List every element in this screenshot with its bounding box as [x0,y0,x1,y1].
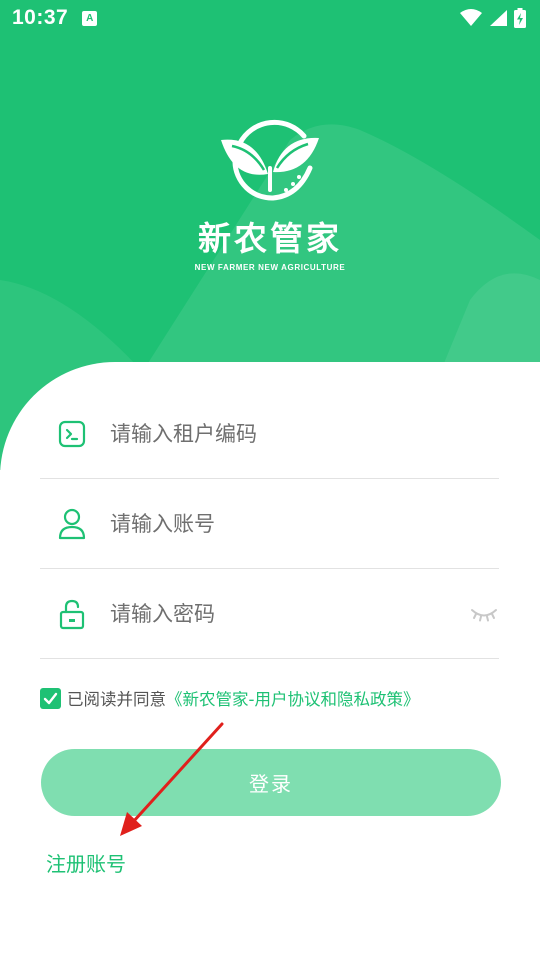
agreement-policy-link[interactable]: 《新农管家-用户协议和隐私政策》 [166,686,419,710]
eye-closed-icon[interactable] [469,601,499,627]
lock-icon [56,598,88,630]
wifi-icon [460,9,482,26]
register-account-link[interactable]: 注册账号 [46,848,126,877]
account-field [40,479,499,569]
agreement-prefix: 已阅读并同意 [67,690,166,709]
battery-charging-icon [514,8,526,28]
agreement-checkbox[interactable] [40,687,61,709]
tenant-code-input[interactable] [110,421,430,446]
app-logo: 新农管家 NEW FARMER NEW AGRICULTURE [0,110,540,272]
notification-app-icon: A [82,10,98,26]
tenant-code-field [40,389,499,479]
sprout-logo-icon [221,119,319,201]
terminal-icon [56,418,88,450]
app-name: 新农管家 [198,219,342,258]
password-field [40,569,499,659]
user-icon [56,508,88,540]
status-bar: 10:37 A [0,0,540,36]
checkmark-icon [43,692,58,704]
status-time: 10:37 [12,6,69,29]
login-button[interactable]: 登录 [41,749,501,816]
agreement-row: 已阅读并同意 《新农管家-用户协议和隐私政策》 [40,686,419,710]
app-tagline: NEW FARMER NEW AGRICULTURE [194,263,346,272]
cell-signal-icon [490,10,507,26]
account-input[interactable] [110,511,430,536]
password-input[interactable] [110,601,430,626]
